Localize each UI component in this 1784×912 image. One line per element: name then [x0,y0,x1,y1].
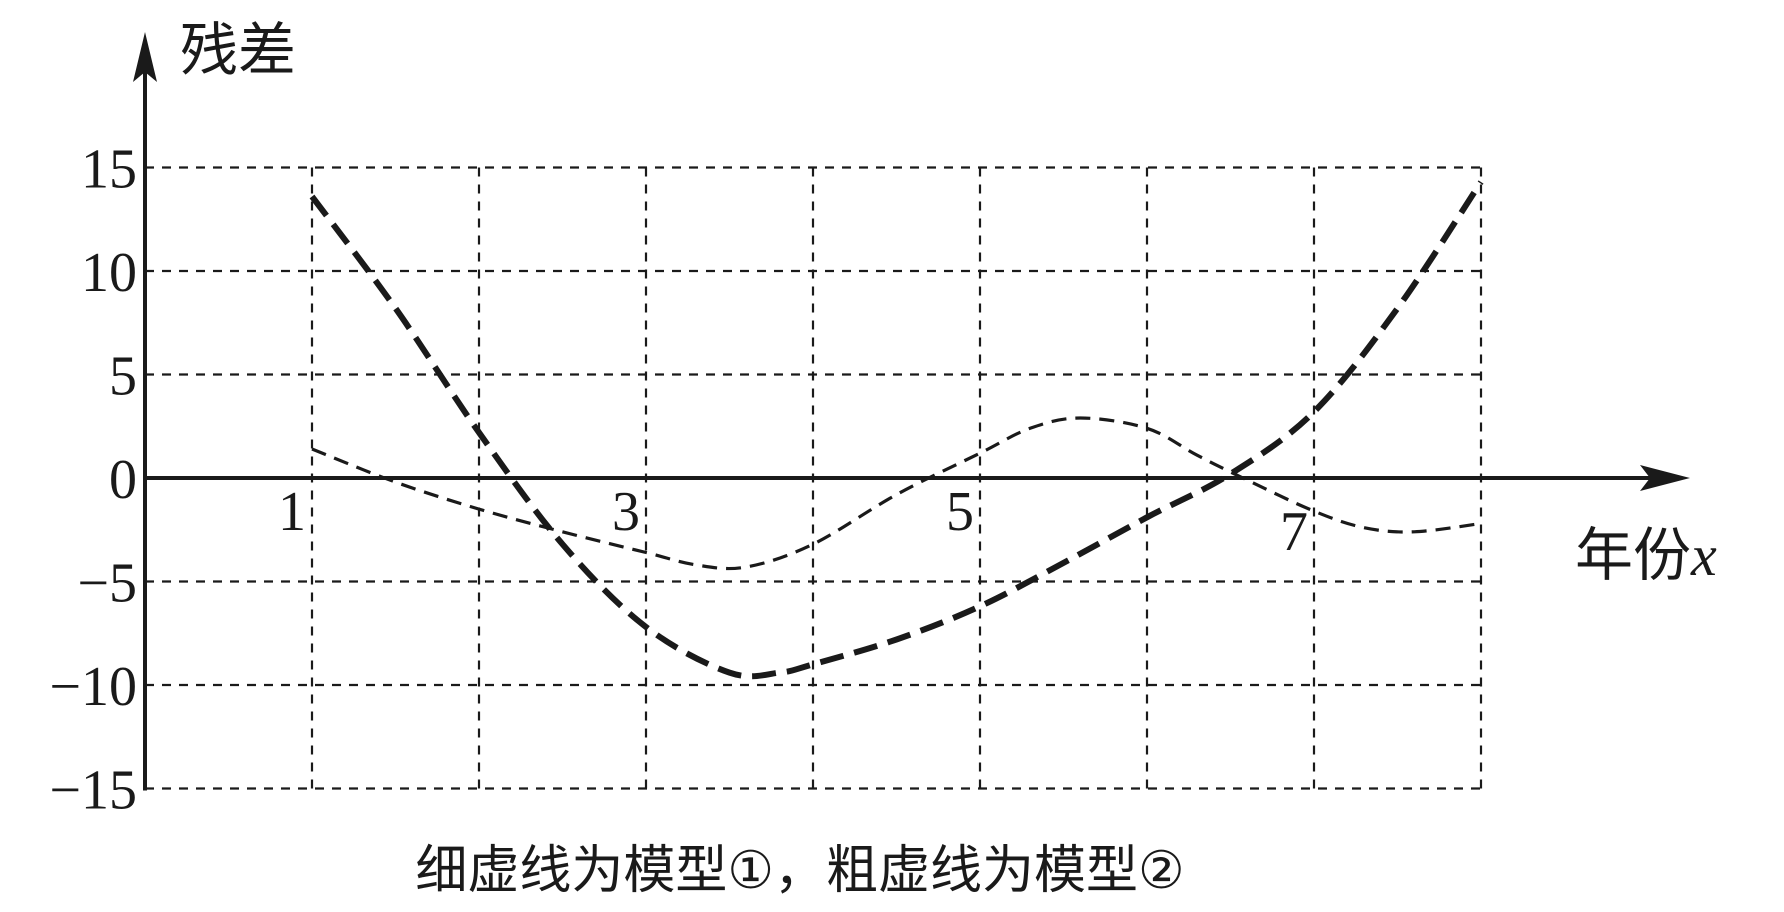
residual-chart: 残差 年份x 细虚线为模型①，粗虚线为模型② 15 10 5 0 −5 −10 −15 1 3 5… [49,16,1717,901]
x-tick-label: 1 [278,481,306,543]
y-tick-label: −15 [49,760,137,822]
x-axis-title-group: 年份x [1575,521,1717,589]
x-axis-variable: x [1690,523,1717,588]
x-tick-label: 3 [612,481,640,543]
y-tick-label: 5 [109,346,137,408]
y-tick-label: 15 [81,139,137,201]
y-tick-label: 0 [109,449,137,511]
axes [133,32,1690,791]
x-axis-title: 年份 [1575,521,1691,589]
y-tick-label: −10 [49,656,137,718]
x-tick-label: 5 [946,481,974,543]
labels: 残差 年份x 细虚线为模型①，粗虚线为模型② 15 10 5 0 −5 −10 −15 1 3 5… [49,16,1717,901]
x-tick-label: 7 [1280,501,1308,563]
y-tick-label: 10 [81,242,137,304]
series-line-model-2 [309,180,1484,680]
series [309,180,1484,680]
y-axis-title: 残差 [180,16,296,84]
chart-caption: 细虚线为模型①，粗虚线为模型② [415,841,1184,901]
y-tick-label: −5 [77,553,137,615]
